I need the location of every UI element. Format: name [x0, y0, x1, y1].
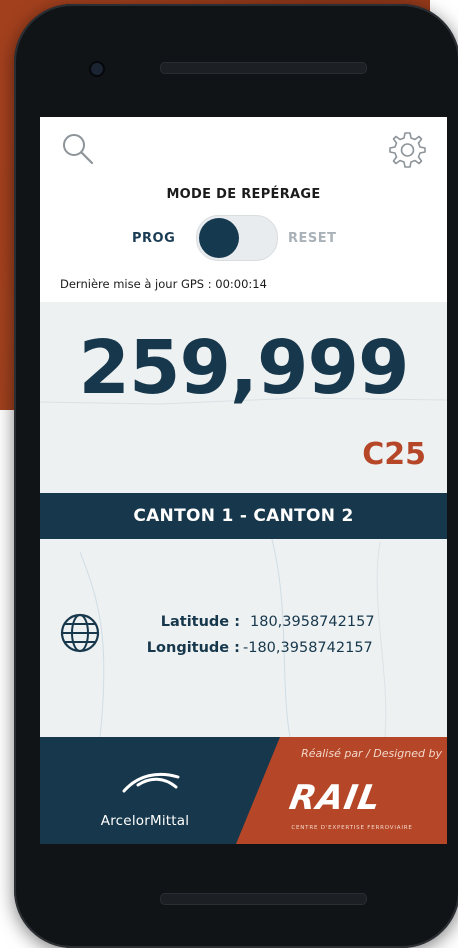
latitude-value: 180,3958742157: [250, 614, 375, 630]
globe-icon: [60, 613, 100, 653]
client-name: ArcelorMittal: [100, 813, 190, 829]
footer: ArcelorMittal Réalisé par / Designed by …: [40, 737, 447, 844]
toggle-knob[interactable]: [199, 218, 239, 258]
pk-value: 259,999: [78, 325, 409, 411]
front-camera: [91, 63, 103, 75]
latitude-label: Latitude :: [160, 614, 240, 630]
arcelormittal-logo: [122, 772, 180, 793]
designed-by-label: Réalisé par / Designed by: [301, 747, 442, 760]
header: MODE DE REPÉRAGE PROG RESET Dernière mis…: [40, 117, 447, 302]
mode-title: MODE DE REPÉRAGE: [166, 187, 321, 202]
prog-label[interactable]: PROG: [132, 231, 175, 246]
rail-subtitle: CENTRE D'EXPERTISE FERROVIAIRE: [291, 825, 413, 831]
track-code: C25: [362, 437, 426, 472]
search-icon[interactable]: [60, 131, 96, 167]
bottom-speaker: [160, 893, 367, 905]
longitude-label: Longitude :: [146, 640, 240, 656]
gps-last-update: Dernière mise à jour GPS : 00:00:14: [60, 277, 267, 291]
top-speaker: [160, 62, 367, 74]
app-screen: MODE DE REPÉRAGE PROG RESET Dernière mis…: [40, 117, 447, 844]
canton-label: CANTON 1 - CANTON 2: [133, 506, 354, 526]
longitude-value: -180,3958742157: [243, 640, 373, 656]
reset-label[interactable]: RESET: [288, 231, 337, 246]
mode-toggle[interactable]: [196, 215, 278, 261]
rail-logo: RAIL: [286, 778, 385, 818]
gear-icon[interactable]: [386, 129, 428, 171]
